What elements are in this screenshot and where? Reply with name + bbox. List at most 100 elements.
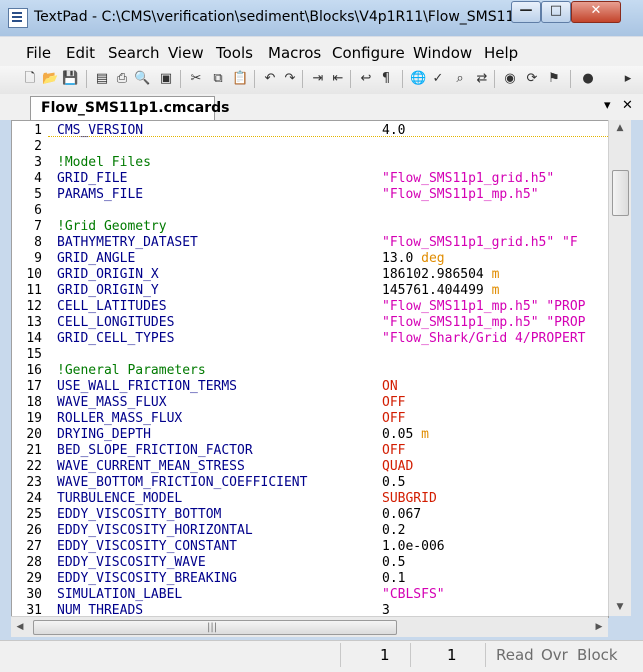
- menu-search[interactable]: Search: [108, 44, 160, 62]
- find-in-files-icon[interactable]: ⟳: [524, 71, 540, 87]
- web-browser-icon[interactable]: 🌐: [410, 71, 426, 87]
- indent-icon[interactable]: ⇥: [310, 71, 326, 87]
- value-token: "Flow_SMS11p1_mp.h5" "PROP: [382, 299, 586, 314]
- save-all-icon[interactable]: ▤: [94, 71, 110, 87]
- scroll-right-icon[interactable]: ▶: [590, 617, 608, 637]
- line-number: 22: [26, 459, 42, 474]
- paste-icon[interactable]: 📋: [232, 71, 248, 87]
- find-icon[interactable]: ⌕: [452, 71, 468, 87]
- editor-line[interactable]: 23 WAVE_BOTTOM_FRICTION_COEFFICIENT 0.5: [12, 475, 608, 491]
- menu-tools[interactable]: Tools: [216, 44, 253, 62]
- value-token: "Flow_SMS11p1_mp.h5": [382, 187, 539, 202]
- close-button[interactable]: ✕: [571, 1, 621, 23]
- open-folder-icon[interactable]: 📂: [42, 71, 58, 87]
- editor-line[interactable]: 15: [12, 347, 608, 363]
- card-keyword: GRID_ANGLE: [57, 251, 136, 266]
- editor-line[interactable]: 14 GRID_CELL_TYPES "Flow_Shark/Grid 4/PROP…: [12, 331, 608, 347]
- editor-line[interactable]: 3 !Model Files: [12, 155, 608, 171]
- textpad-app-icon[interactable]: [8, 8, 28, 28]
- print-icon[interactable]: ⎙: [114, 71, 130, 87]
- maximize-button[interactable]: □: [541, 1, 571, 23]
- editor-line[interactable]: 19 ROLLER_MASS_FLUX OFF: [12, 411, 608, 427]
- outdent-icon[interactable]: ⇤: [330, 71, 346, 87]
- editor-line[interactable]: 11 GRID_ORIGIN_Y 145761.404499 m: [12, 283, 608, 299]
- card-keyword: PARAMS_FILE: [57, 187, 144, 202]
- minimize-button[interactable]: —: [511, 1, 541, 23]
- textpad-window: TextPad - C:\CMS\verification\sediment\B…: [0, 0, 643, 672]
- editor-line[interactable]: 18 WAVE_MASS_FLUX OFF: [12, 395, 608, 411]
- new-document-icon[interactable]: 🗋: [22, 71, 38, 87]
- bullet-icon[interactable]: ●: [580, 71, 596, 87]
- editor-line[interactable]: 12 CELL_LATITUDES "Flow_SMS11p1_mp.h5" "PR…: [12, 299, 608, 315]
- bookmark-icon[interactable]: ⚑: [546, 71, 562, 87]
- vertical-scroll-thumb[interactable]: [612, 170, 629, 216]
- editor-line[interactable]: 17 USE_WALL_FRICTION_TERMS ON: [12, 379, 608, 395]
- editor-line[interactable]: 5 PARAMS_FILE "Flow_SMS11p1_mp.h5": [12, 187, 608, 203]
- editor-line[interactable]: 24 TURBULENCE_MODEL SUBGRID: [12, 491, 608, 507]
- editor-line[interactable]: 13 CELL_LONGITUDES "Flow_SMS11p1_mp.h5" "P…: [12, 315, 608, 331]
- editor-line[interactable]: 7 !Grid Geometry: [12, 219, 608, 235]
- menu-configure[interactable]: Configure: [332, 44, 405, 62]
- card-value: ON: [382, 379, 398, 395]
- editor-line[interactable]: 8 BATHYMETRY_DATASET "Flow_SMS11p1_grid.h5…: [12, 235, 608, 251]
- text-editor[interactable]: 1 CMS_VERSION 4.0 2 3 !Model Files 4 GRID_FILE "…: [11, 120, 609, 618]
- line-number: 30: [26, 587, 42, 602]
- editor-line[interactable]: 29 EDDY_VISCOSITY_BREAKING 0.1: [12, 571, 608, 587]
- manage-files-icon[interactable]: ▣: [158, 71, 174, 87]
- save-icon[interactable]: 💾: [62, 71, 78, 87]
- editor-line[interactable]: 16 !General Parameters: [12, 363, 608, 379]
- editor-line[interactable]: 2: [12, 139, 608, 155]
- cut-icon[interactable]: ✂: [188, 71, 204, 87]
- vertical-scrollbar[interactable]: ▲ ▼: [608, 120, 631, 616]
- scroll-down-icon[interactable]: ▼: [609, 599, 631, 616]
- editor-line[interactable]: 28 EDDY_VISCOSITY_WAVE 0.5: [12, 555, 608, 571]
- editor-line[interactable]: 25 EDDY_VISCOSITY_BOTTOM 0.067: [12, 507, 608, 523]
- editor-line[interactable]: 22 WAVE_CURRENT_MEAN_STRESS QUAD: [12, 459, 608, 475]
- scroll-up-icon[interactable]: ▲: [609, 120, 631, 137]
- menu-view[interactable]: View: [168, 44, 204, 62]
- menu-file[interactable]: File: [26, 44, 51, 62]
- paragraph-icon[interactable]: ¶: [378, 71, 394, 87]
- menu-macros[interactable]: Macros: [268, 44, 321, 62]
- document-tab-bar: Flow_SMS11p1.cmcards ▾ ✕: [0, 94, 643, 121]
- menu-window[interactable]: Window: [413, 44, 472, 62]
- card-keyword: WAVE_CURRENT_MEAN_STRESS: [57, 459, 245, 474]
- card-value: "Flow_Shark/Grid 4/PROPERT: [382, 331, 586, 347]
- editor-line[interactable]: 21 BED_SLOPE_FRICTION_FACTOR OFF: [12, 443, 608, 459]
- status-read-mode[interactable]: Read: [496, 646, 534, 664]
- editor-line[interactable]: 9 GRID_ANGLE 13.0 deg: [12, 251, 608, 267]
- tab-list-dropdown-icon[interactable]: ▾: [604, 98, 611, 113]
- horizontal-scrollbar[interactable]: ◀ ||| ▶: [11, 616, 608, 637]
- close-document-icon[interactable]: ✕: [622, 98, 633, 113]
- toolbar-separator: [402, 70, 403, 88]
- editor-line[interactable]: 4 GRID_FILE "Flow_SMS11p1_grid.h5": [12, 171, 608, 187]
- title-bar[interactable]: TextPad - C:\CMS\verification\sediment\B…: [0, 0, 643, 36]
- tab-flow-sms11p1-cmcards[interactable]: Flow_SMS11p1.cmcards: [30, 96, 229, 121]
- spelling-icon[interactable]: ✓: [430, 71, 446, 87]
- line-number: 14: [26, 331, 42, 346]
- line-number: 23: [26, 475, 42, 490]
- redo-icon[interactable]: ↷: [282, 71, 298, 87]
- card-keyword: EDDY_VISCOSITY_CONSTANT: [57, 539, 238, 554]
- editor-line[interactable]: 6: [12, 203, 608, 219]
- editor-line[interactable]: 10 GRID_ORIGIN_X 186102.986504 m: [12, 267, 608, 283]
- scroll-left-icon[interactable]: ◀: [11, 617, 29, 637]
- horizontal-scroll-thumb[interactable]: |||: [33, 620, 397, 635]
- more-tools-icon[interactable]: ▸: [620, 71, 636, 87]
- word-wrap-icon[interactable]: ↩: [358, 71, 374, 87]
- view-icon[interactable]: ◉: [502, 71, 518, 87]
- editor-line[interactable]: 26 EDDY_VISCOSITY_HORIZONTAL 0.2: [12, 523, 608, 539]
- undo-icon[interactable]: ↶: [262, 71, 278, 87]
- editor-line[interactable]: 30 SIMULATION_LABEL "CBLSFS": [12, 587, 608, 603]
- status-overwrite-mode[interactable]: Ovr: [541, 646, 568, 664]
- copy-icon[interactable]: ⧉: [210, 71, 226, 87]
- status-block-mode[interactable]: Block: [577, 646, 618, 664]
- editor-line[interactable]: 1 CMS_VERSION 4.0: [12, 123, 608, 139]
- replace-icon[interactable]: ⇄: [474, 71, 490, 87]
- toolbar-separator: [180, 70, 181, 88]
- menu-help[interactable]: Help: [484, 44, 518, 62]
- menu-edit[interactable]: Edit: [66, 44, 95, 62]
- print-preview-icon[interactable]: 🔍: [134, 71, 150, 87]
- editor-line[interactable]: 20 DRYING_DEPTH 0.05 m: [12, 427, 608, 443]
- editor-line[interactable]: 27 EDDY_VISCOSITY_CONSTANT 1.0e-006: [12, 539, 608, 555]
